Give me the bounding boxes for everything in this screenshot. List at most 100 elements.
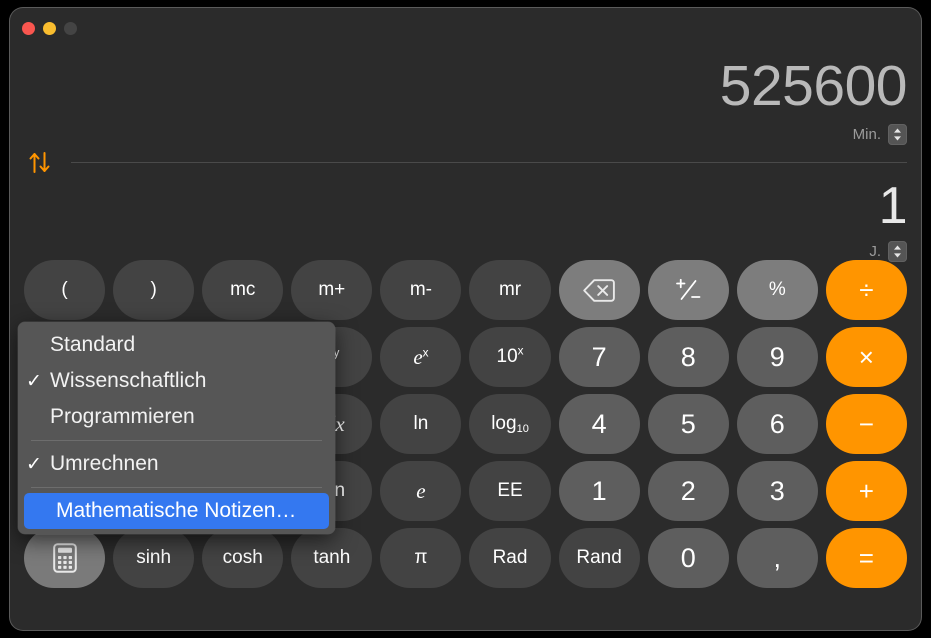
key-label: , <box>773 542 782 573</box>
calculator-mode-button[interactable] <box>24 528 106 588</box>
key-label: × <box>858 341 874 372</box>
menu-item-standard[interactable]: Standard <box>18 327 335 363</box>
key-label: Rad <box>492 547 528 568</box>
bottom-display-unit: J. <box>869 243 881 260</box>
key-label: mc <box>230 279 256 300</box>
key-label: ( <box>61 279 68 300</box>
equals-button[interactable]: = <box>825 528 907 588</box>
top-display-unit-row: Min. <box>720 124 907 145</box>
memory-recall-button[interactable]: mr <box>469 260 551 320</box>
paren-close-button[interactable]: ) <box>113 260 195 320</box>
menu-item-scientific[interactable]: ✓ Wissenschaftlich <box>18 363 335 399</box>
sign-toggle-button[interactable] <box>647 260 729 320</box>
key-label: sinh <box>136 547 172 568</box>
digit-3-button[interactable]: 3 <box>736 461 818 521</box>
key-label: + <box>858 475 874 506</box>
exp-ten-button[interactable]: 10x <box>469 327 551 387</box>
add-button[interactable]: + <box>825 461 907 521</box>
digit-4-button[interactable]: 4 <box>558 394 640 454</box>
divide-button[interactable]: ÷ <box>825 260 907 320</box>
top-unit-stepper[interactable] <box>888 124 907 145</box>
backspace-icon <box>583 278 615 302</box>
updown-chevron-icon <box>894 245 901 258</box>
key-label: ) <box>150 279 157 300</box>
euler-constant-button[interactable]: e <box>380 461 462 521</box>
close-window-button[interactable] <box>22 22 35 35</box>
key-label: 10x <box>496 344 524 367</box>
multiply-button[interactable]: × <box>825 327 907 387</box>
decimal-comma-button[interactable]: , <box>736 528 818 588</box>
top-display-unit: Min. <box>852 126 881 143</box>
zoom-window-button[interactable] <box>64 22 77 35</box>
key-label: EE <box>497 480 523 501</box>
key-label: 5 <box>680 408 696 439</box>
key-label: Rand <box>576 547 622 568</box>
key-label: π <box>414 547 428 568</box>
percent-button[interactable]: % <box>736 260 818 320</box>
hyperbolic-cosine-button[interactable]: cosh <box>202 528 284 588</box>
keypad-row: sinh cosh tanh π Rad Rand 0, = <box>14 528 917 588</box>
swap-arrows-button[interactable] <box>26 148 54 176</box>
menu-item-programmer[interactable]: Programmieren <box>18 399 335 435</box>
digit-2-button[interactable]: 2 <box>647 461 729 521</box>
swap-row <box>24 148 907 178</box>
exp-e-button[interactable]: ex <box>380 327 462 387</box>
checkmark-icon: ✓ <box>26 370 42 392</box>
natural-log-button[interactable]: ln <box>380 394 462 454</box>
digit-1-button[interactable]: 1 <box>558 461 640 521</box>
key-label: 1 <box>591 475 607 506</box>
memory-add-button[interactable]: m+ <box>291 260 373 320</box>
memory-clear-button[interactable]: mc <box>202 260 284 320</box>
calculator-window: 525600 Min. 1 J. () mc m+ m- mr % ÷ y e… <box>10 8 921 630</box>
key-label: % <box>768 279 786 300</box>
menu-item-label: Programmieren <box>50 405 195 428</box>
log-base-ten-button[interactable]: log10 <box>469 394 551 454</box>
minimize-window-button[interactable] <box>43 22 56 35</box>
key-label: 4 <box>591 408 607 439</box>
key-label: ln <box>413 413 429 434</box>
key-label: mr <box>498 279 522 300</box>
digit-9-button[interactable]: 9 <box>736 327 818 387</box>
menu-item-math-notes[interactable]: Mathematische Notizen… <box>24 493 329 529</box>
backspace-button[interactable] <box>558 260 640 320</box>
menu-item-label: Standard <box>50 333 136 356</box>
digit-7-button[interactable]: 7 <box>558 327 640 387</box>
hyperbolic-sine-button[interactable]: sinh <box>113 528 195 588</box>
pi-button[interactable]: π <box>380 528 462 588</box>
menu-separator <box>31 440 322 441</box>
key-label: 9 <box>769 341 785 372</box>
keypad-row: () mc m+ m-mr % ÷ <box>14 260 917 320</box>
window-controls <box>22 22 77 35</box>
top-display-value: 525600 <box>719 54 908 118</box>
radians-button[interactable]: Rad <box>469 528 551 588</box>
memory-subtract-button[interactable]: m- <box>380 260 462 320</box>
calculator-icon <box>52 543 77 573</box>
bottom-display[interactable]: 1 J. <box>869 180 907 262</box>
key-label: cosh <box>222 547 263 568</box>
display-divider <box>71 162 907 163</box>
bottom-display-unit-row: J. <box>869 241 907 262</box>
bottom-unit-stepper[interactable] <box>888 241 907 262</box>
top-display[interactable]: 525600 Min. <box>719 54 908 145</box>
exponent-entry-button[interactable]: EE <box>469 461 551 521</box>
key-label: = <box>858 542 874 573</box>
paren-open-button[interactable]: ( <box>24 260 106 320</box>
menu-item-convert[interactable]: ✓ Umrechnen <box>18 446 335 482</box>
menu-item-label: Umrechnen <box>50 452 159 475</box>
key-label: m+ <box>318 279 346 300</box>
menu-item-label: Mathematische Notizen… <box>56 499 297 522</box>
swap-arrows-icon <box>29 152 50 173</box>
display-area: 525600 Min. 1 J. <box>10 8 921 262</box>
digit-8-button[interactable]: 8 <box>647 327 729 387</box>
digit-6-button[interactable]: 6 <box>736 394 818 454</box>
key-label: 8 <box>680 341 696 372</box>
key-label: 6 <box>769 408 785 439</box>
subtract-button[interactable]: − <box>825 394 907 454</box>
plus-minus-icon <box>676 278 701 300</box>
digit-0-button[interactable]: 0 <box>647 528 729 588</box>
random-button[interactable]: Rand <box>558 528 640 588</box>
digit-5-button[interactable]: 5 <box>647 394 729 454</box>
hyperbolic-tangent-button[interactable]: tanh <box>291 528 373 588</box>
view-mode-menu: Standard ✓ Wissenschaftlich Programmieren ✓ U… <box>18 322 335 534</box>
bottom-display-value: 1 <box>878 177 908 235</box>
